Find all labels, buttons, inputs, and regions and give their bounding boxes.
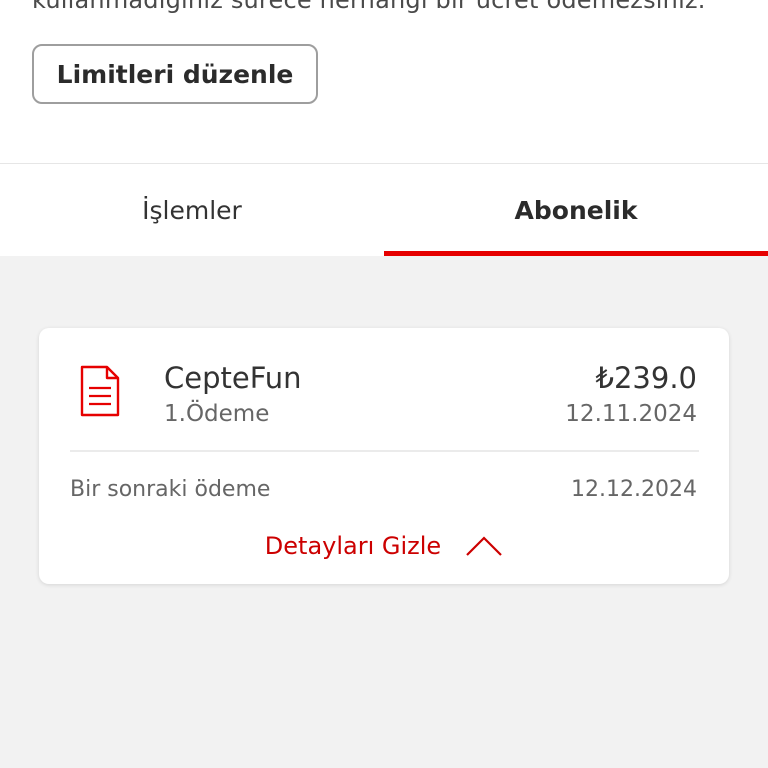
limits-info-text: kullanmadığınız sürece herhangi bir ücre…: [32, 0, 706, 14]
subscription-amount: ₺239.0: [595, 361, 697, 395]
active-tab-indicator: [384, 251, 768, 256]
payment-number: 1.Ödeme: [164, 401, 270, 427]
tab-subscription-label: Abonelik: [514, 195, 638, 225]
subscription-card: CepteFun 1.Ödeme ₺239.0 12.11.2024 Bir s…: [39, 328, 729, 584]
tab-bar: İşlemler Abonelik: [0, 164, 768, 256]
chevron-up-icon: [466, 536, 502, 556]
tab-transactions[interactable]: İşlemler: [0, 164, 384, 256]
edit-limits-button[interactable]: Limitleri düzenle: [32, 44, 318, 104]
hide-details-label: Detayları Gizle: [264, 532, 442, 560]
tab-subscription[interactable]: Abonelik: [384, 164, 768, 256]
subscription-name: CepteFun: [164, 361, 302, 395]
tab-transactions-label: İşlemler: [142, 195, 242, 225]
next-payment-label: Bir sonraki ödeme: [70, 477, 271, 502]
document-icon: [80, 365, 120, 417]
next-payment-date: 12.12.2024: [571, 477, 697, 502]
card-divider: [70, 450, 699, 452]
limits-section: kullanmadığınız sürece herhangi bir ücre…: [0, 0, 768, 163]
hide-details-button[interactable]: Detayları Gizle: [39, 525, 729, 567]
payment-date: 12.11.2024: [565, 401, 697, 427]
